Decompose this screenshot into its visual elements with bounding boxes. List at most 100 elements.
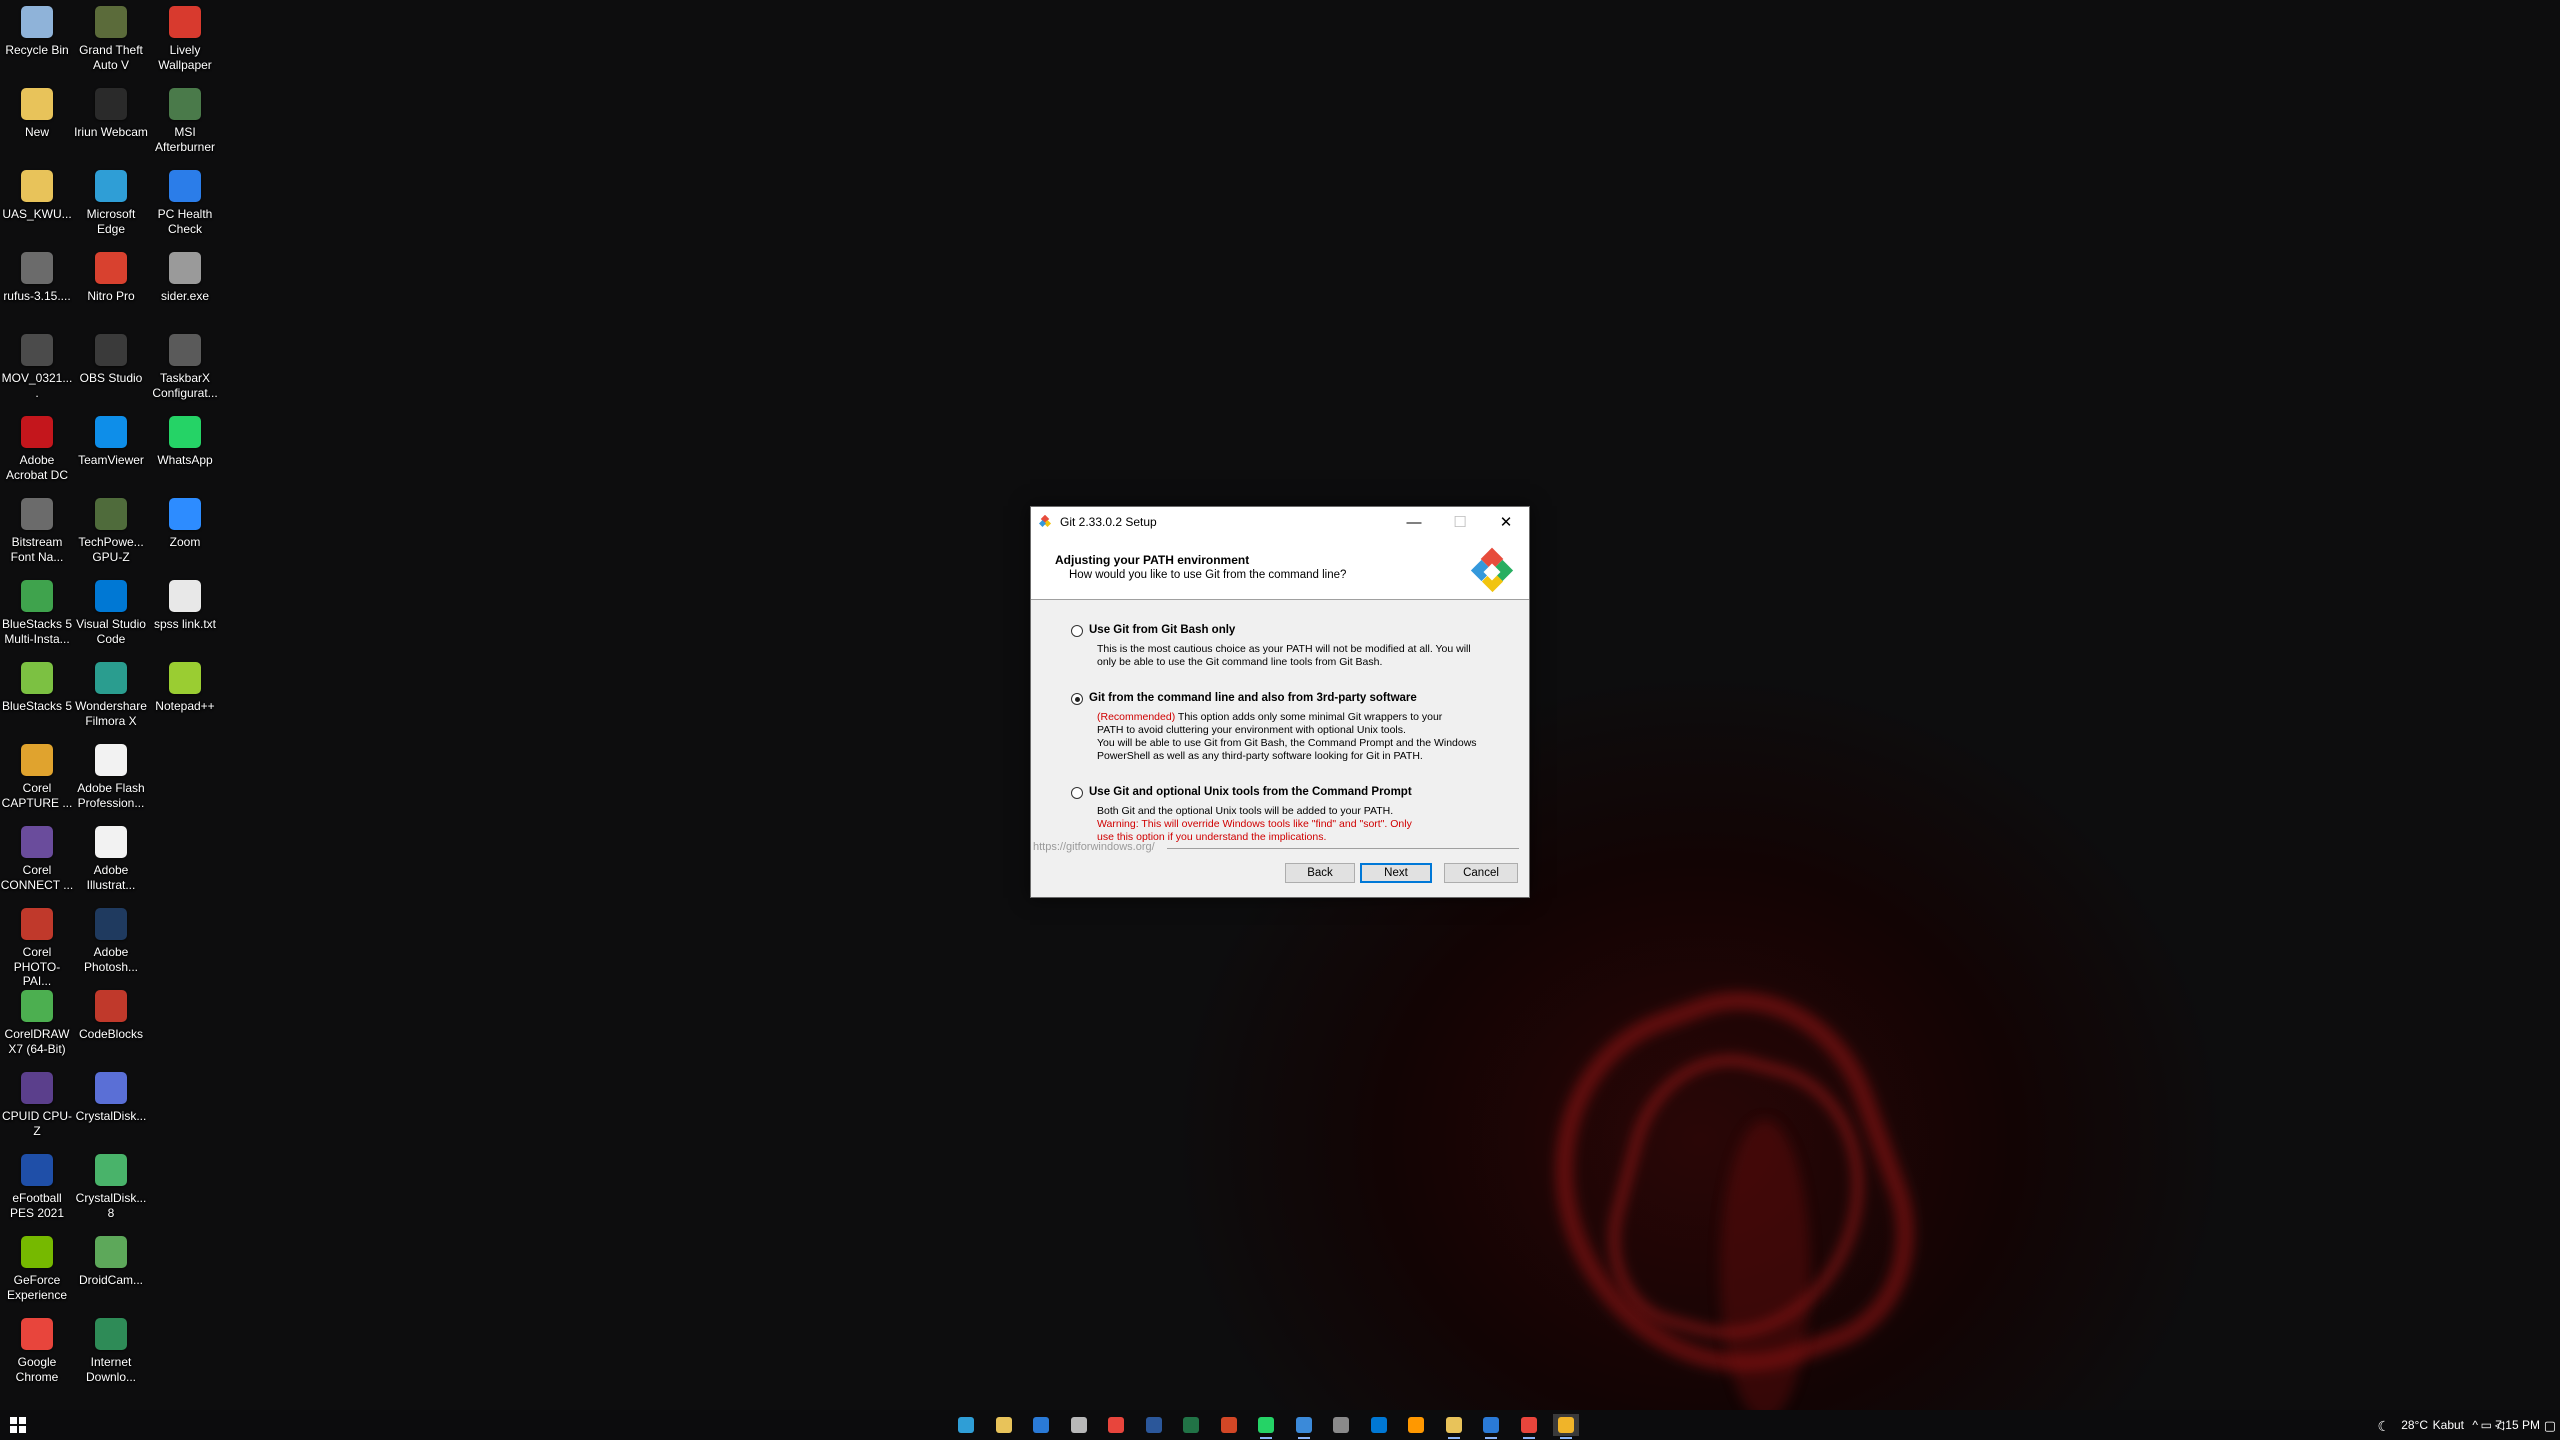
bluestacks-multi-icon [21, 580, 53, 612]
zoom-icon [169, 498, 201, 530]
weather-moon-icon[interactable]: ☾ [2377, 1418, 2390, 1435]
taskbar-excel[interactable] [1178, 1414, 1204, 1436]
desktop-icon[interactable]: Iriun Webcam [74, 82, 148, 140]
desktop-icon[interactable]: Corel PHOTO-PAI... [0, 902, 74, 989]
desktop-icon[interactable]: New [0, 82, 74, 140]
taskbar-explorer[interactable] [1441, 1414, 1467, 1439]
desktop-icon[interactable]: UAS_KWU... [0, 164, 74, 222]
desktop-icon[interactable]: Corel CAPTURE ... [0, 738, 74, 810]
taskbar-mail[interactable] [1028, 1414, 1054, 1436]
taskbar-vscode[interactable] [1366, 1414, 1392, 1436]
file-icon [95, 826, 127, 858]
notification-icon[interactable]: ▢ [2544, 1418, 2556, 1434]
next-button[interactable]: Next [1360, 863, 1432, 883]
desktop-icon[interactable]: TeamViewer [74, 410, 148, 468]
pes-icon [21, 1154, 53, 1186]
desktop-icon[interactable]: CPUID CPU-Z [0, 1066, 74, 1138]
desktop-icon[interactable]: spss link.txt [148, 574, 222, 632]
desktop-icon[interactable]: Visual Studio Code [74, 574, 148, 646]
desktop-icon-label: UAS_KWU... [2, 207, 72, 221]
desktop-icon[interactable]: Internet Downlo... [74, 1312, 148, 1384]
desktop-icon[interactable]: Zoom [148, 492, 222, 550]
desktop-icon[interactable]: CrystalDisk... [74, 1066, 148, 1124]
desktop-icon-label: Grand Theft Auto V [79, 43, 143, 72]
dialog-titlebar[interactable]: Git 2.33.0.2 Setup — ☐ ✕ [1031, 507, 1529, 537]
clock-time[interactable]: 7:15 PM [2495, 1418, 2540, 1432]
taskbar-file-explorer[interactable] [991, 1414, 1017, 1436]
weather-temp[interactable]: 28°C [2401, 1418, 2428, 1432]
photoshop-icon [95, 908, 127, 940]
start-button[interactable] [10, 1417, 26, 1433]
desktop-icon-label: CodeBlocks [78, 1027, 144, 1041]
desktop-icon[interactable]: WhatsApp [148, 410, 222, 468]
taskbar-chrome[interactable] [1103, 1414, 1129, 1436]
desktop-icon-label: Adobe Illustrat... [86, 863, 136, 892]
desktop-icon-label: GeForce Experience [6, 1273, 68, 1302]
minimize-button[interactable]: — [1391, 507, 1437, 537]
desktop-icon[interactable]: GeForce Experience [0, 1230, 74, 1302]
taskbar-git-setup[interactable] [1553, 1414, 1579, 1439]
taskbar-powerpoint[interactable] [1216, 1414, 1242, 1436]
network-icon[interactable]: ▭ [2481, 1418, 2492, 1432]
desktop-icon[interactable]: DroidCam... [74, 1230, 148, 1288]
desktop-icon[interactable]: Notepad++ [148, 656, 222, 714]
desktop-icon[interactable]: PC Health Check [148, 164, 222, 236]
weather-text[interactable]: Kabut [2433, 1418, 2464, 1432]
taskbar-settings[interactable] [1328, 1414, 1354, 1436]
desktop-icon[interactable]: TechPowe... GPU-Z [74, 492, 148, 564]
desktop-icon[interactable]: Adobe Photosh... [74, 902, 148, 974]
taskbar-store[interactable] [1066, 1414, 1092, 1436]
tray-overflow-chevron-icon[interactable]: ^ [2472, 1418, 2478, 1432]
desktop-icon[interactable]: Adobe Flash Profession... [74, 738, 148, 810]
desktop-icon[interactable]: CodeBlocks [74, 984, 148, 1042]
desktop-icon-label: Corel PHOTO-PAI... [13, 945, 61, 988]
desktop-icon[interactable]: rufus-3.15.... [0, 246, 74, 304]
desktop-icon[interactable]: Lively Wallpaper [148, 0, 222, 72]
desktop-icon[interactable]: Bitstream Font Na... [0, 492, 74, 564]
git-icon [1558, 1417, 1574, 1433]
desktop-icon[interactable]: MSI Afterburner [148, 82, 222, 154]
footer-divider [1167, 848, 1519, 849]
powerpoint-icon [1221, 1417, 1237, 1433]
desktop-icon[interactable]: Corel CONNECT ... [0, 820, 74, 892]
mail-icon [1296, 1417, 1312, 1433]
taskbar-edge[interactable] [953, 1414, 979, 1436]
taskbar-whatsapp[interactable] [1253, 1414, 1279, 1439]
taskbar-chrome-2[interactable] [1516, 1414, 1542, 1439]
desktop-icon[interactable]: MOV_0321.... [0, 328, 74, 400]
radio-button-selected[interactable] [1071, 693, 1083, 705]
coreldraw-icon [21, 990, 53, 1022]
desktop-icon[interactable]: Nitro Pro [74, 246, 148, 304]
desktop-icon[interactable]: eFootball PES 2021 [0, 1148, 74, 1220]
taskbar-sublime[interactable] [1403, 1414, 1429, 1436]
desktop-icon[interactable]: TaskbarX Configurat... [148, 328, 222, 400]
desktop-icon[interactable]: CrystalDisk... 8 [74, 1148, 148, 1220]
taskbar-word[interactable] [1141, 1414, 1167, 1436]
warning-text: Warning: This will override Windows tool… [1097, 818, 1412, 830]
desktop-icon-label: Nitro Pro [87, 289, 135, 303]
footer-url: https://gitforwindows.org/ [1033, 841, 1155, 853]
radio-button[interactable] [1071, 787, 1083, 799]
desktop-icon[interactable]: Adobe Acrobat DC [0, 410, 74, 482]
desktop-icon-label: DroidCam... [78, 1273, 143, 1287]
warning-text: use this option if you understand the im… [1097, 831, 1327, 843]
desktop-icon[interactable]: Recycle Bin [0, 0, 74, 58]
desktop-icon[interactable]: Microsoft Edge [74, 164, 148, 236]
radio-button[interactable] [1071, 625, 1083, 637]
desktop-icon[interactable]: Wondershare Filmora X [74, 656, 148, 728]
desktop-icon[interactable]: Adobe Illustrat... [74, 820, 148, 892]
back-button[interactable]: Back [1285, 863, 1355, 883]
desktop-icon[interactable]: sider.exe [148, 246, 222, 304]
desktop-icon[interactable]: BlueStacks 5 [0, 656, 74, 714]
desktop-icon[interactable]: Grand Theft Auto V [74, 0, 148, 72]
desktop-icon[interactable]: Google Chrome [0, 1312, 74, 1384]
taskbar-remote[interactable] [1478, 1414, 1504, 1439]
desktop-icon[interactable]: BlueStacks 5 Multi-Insta... [0, 574, 74, 646]
desktop-icon-label: BlueStacks 5 [1, 699, 73, 713]
desktop-icon[interactable]: CorelDRAW X7 (64-Bit) [0, 984, 74, 1056]
taskbar-mail-2[interactable] [1291, 1414, 1317, 1439]
excel-icon [1183, 1417, 1199, 1433]
close-button[interactable]: ✕ [1483, 507, 1529, 537]
desktop-icon[interactable]: OBS Studio [74, 328, 148, 386]
cancel-button[interactable]: Cancel [1444, 863, 1518, 883]
